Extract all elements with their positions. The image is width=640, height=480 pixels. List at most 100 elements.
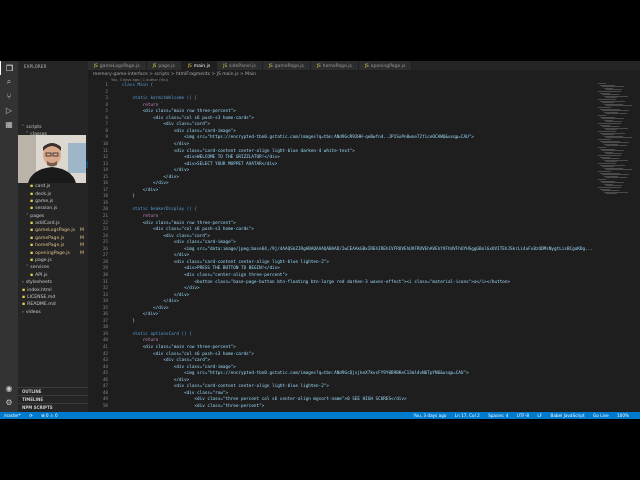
language-mode[interactable]: Babel JavaScript xyxy=(550,413,584,418)
code-line[interactable]: </div> xyxy=(122,306,169,311)
tree-item[interactable]: ▪ API.js xyxy=(18,272,88,279)
breadcrumb[interactable]: memory-game-interface > scripts > htmlFr… xyxy=(93,71,256,78)
code-line[interactable]: <div class="main row three-percent"> xyxy=(122,345,236,350)
code-line[interactable]: </div>` xyxy=(122,188,161,193)
tree-item[interactable]: ˅ services xyxy=(18,264,88,271)
code-line[interactable]: <div class="three percent col s6 center-… xyxy=(122,397,406,402)
cursor-position[interactable]: Ln 17, Col 2 xyxy=(455,413,480,418)
code-line[interactable]: <button class="base-page-button btn-floa… xyxy=(122,280,510,285)
minimap-line xyxy=(606,145,627,147)
branch-indicator[interactable]: master* xyxy=(4,413,21,418)
tree-item[interactable]: ˅ scripts xyxy=(18,124,88,131)
code-line[interactable]: <img src="data:image/jpeg;base64,/9j/4AA… xyxy=(122,247,593,252)
code-line[interactable]: class Main { xyxy=(122,83,153,88)
tree-item[interactable]: ▪ index.html xyxy=(18,287,88,294)
run-debug-icon[interactable]: ▷ xyxy=(0,103,18,117)
minimap[interactable] xyxy=(596,81,636,412)
gear-icon[interactable]: ⚙ xyxy=(0,395,18,409)
tree-item[interactable]: ▪ page.js xyxy=(18,257,88,264)
code-line[interactable]: </div> xyxy=(122,175,179,180)
indentation[interactable]: Spaces: 4 xyxy=(488,413,508,418)
problems-indicator[interactable]: ⊗ 0 ⚠ 0 xyxy=(41,413,58,418)
code-line[interactable]: <div class="center-align three-percent"> xyxy=(122,273,288,278)
tree-item[interactable]: › videos xyxy=(18,309,88,316)
code-line[interactable]: <div class="main row three-percent"> xyxy=(122,109,236,114)
tree-item[interactable]: ▪ session.js xyxy=(18,205,88,212)
code-line[interactable]: } xyxy=(122,319,135,324)
editor-tab[interactable]: JS openingPage.js xyxy=(358,61,413,70)
folder-chevron-icon: › xyxy=(22,309,24,315)
code-line[interactable]: static kermitWelcome () { xyxy=(122,96,197,101)
code-line[interactable]: </div> xyxy=(122,142,190,147)
code-line[interactable]: static optionsCard () { xyxy=(122,332,192,337)
outline-section[interactable]: OUTLINE xyxy=(18,387,88,395)
editor-tab[interactable]: JS gamePage.js xyxy=(262,61,311,70)
tree-item[interactable]: ▪ README.md xyxy=(18,301,88,308)
code-line[interactable]: <div class="card-content center-align li… xyxy=(122,260,329,265)
code-line[interactable]: </div> xyxy=(122,286,200,291)
code-line[interactable]: <div class="main row three-percent"> xyxy=(122,221,236,226)
code-line[interactable]: return ` xyxy=(122,103,164,108)
js-file-icon: JS xyxy=(187,63,192,68)
encoding[interactable]: UTF-8 xyxy=(517,413,529,418)
code-editor[interactable]: 1 class Main {2 3 static kermitWelcome () … xyxy=(88,81,596,412)
code-line[interactable]: </div> xyxy=(122,378,190,383)
code-line[interactable]: <div class="col s6 push-s3 home-cards"> xyxy=(122,227,254,232)
tree-item[interactable]: ▪ gameLogsPage.js M xyxy=(18,227,88,234)
tree-item[interactable]: ▪ homePage.js M xyxy=(18,242,88,249)
code-line[interactable]: <div class="col s6 push-s3 home-cards"> xyxy=(122,352,254,357)
tree-item[interactable]: ▪ card.js xyxy=(18,183,88,190)
eol[interactable]: LF xyxy=(537,413,542,418)
code-line[interactable]: static beakerDisplay () { xyxy=(122,207,197,212)
code-line[interactable]: </div> xyxy=(122,299,179,304)
tree-item[interactable]: ▪ game.js xyxy=(18,198,88,205)
search-icon[interactable]: ⌕ xyxy=(0,75,18,89)
code-line[interactable]: <div>SELECT YOUR MUPPET AVATAR</div> xyxy=(122,162,277,167)
editor-tab[interactable]: JS page.js xyxy=(146,61,182,70)
code-line[interactable]: <div class="card"> xyxy=(122,122,210,127)
tree-item[interactable]: ▪ deck.js xyxy=(18,191,88,198)
go-live-button[interactable]: Go Live xyxy=(593,413,609,418)
tree-item[interactable]: ˅ pages xyxy=(18,213,88,220)
editor-tab[interactable]: JS gameLogsPage.js xyxy=(88,61,147,70)
code-line[interactable]: </div> xyxy=(122,293,190,298)
editor-tab[interactable]: JS sidePanel.js xyxy=(217,61,263,70)
code-line[interactable]: <div class="row"> xyxy=(122,391,228,396)
npm-scripts-section[interactable]: NPM SCRIPTS xyxy=(18,403,88,411)
code-line[interactable]: <div class="card-image"> xyxy=(122,129,236,134)
code-line[interactable]: <div class="card"> xyxy=(122,358,210,363)
code-line[interactable]: </div> xyxy=(122,168,190,173)
explorer-icon[interactable]: ❐ xyxy=(0,61,18,75)
tree-item[interactable]: ▪ addCard.js xyxy=(18,220,88,227)
code-line[interactable]: <div class="card-content center-align li… xyxy=(122,149,355,154)
editor-tab[interactable]: JS homePage.js xyxy=(310,61,359,70)
extensions-icon[interactable]: ▦ xyxy=(0,117,18,131)
code-line[interactable]: <div class="card-image"> xyxy=(122,240,236,245)
code-line[interactable]: <img src="https://encrypted-tbn0.gstatic… xyxy=(122,135,474,140)
sync-icon[interactable]: ⟳ xyxy=(29,413,33,418)
timeline-section[interactable]: TIMELINE xyxy=(18,395,88,403)
code-line[interactable]: <div class="three-percent"> xyxy=(122,404,264,409)
code-line[interactable]: </div> xyxy=(122,181,169,186)
code-line[interactable]: return ` xyxy=(122,338,164,343)
tree-item[interactable]: ▪ LICENSE.md xyxy=(18,294,88,301)
code-line[interactable]: <div class="col s6 push-s3 home-cards"> xyxy=(122,116,254,121)
editor-tab[interactable]: JS main.js xyxy=(181,61,218,70)
code-line[interactable]: <img src="https://encrypted-tbn0.gstatic… xyxy=(122,371,469,376)
code-line[interactable]: <div class="card-image"> xyxy=(122,365,236,370)
account-icon[interactable]: ◉ xyxy=(0,381,18,395)
code-line[interactable]: </div>` xyxy=(122,312,161,317)
code-line[interactable]: </div> xyxy=(122,253,190,258)
code-line[interactable]: <div class="card-content center-align li… xyxy=(122,384,329,389)
zoom-level[interactable]: 100% xyxy=(617,413,629,418)
code-line[interactable]: <div class="card"> xyxy=(122,234,210,239)
code-line[interactable]: } xyxy=(122,194,135,199)
blame-status[interactable]: You, 3 days ago xyxy=(414,413,447,418)
tree-item[interactable]: ▪ gamePage.js M xyxy=(18,235,88,242)
code-line[interactable]: return ` xyxy=(122,214,164,219)
source-control-icon[interactable]: ⑂ xyxy=(0,89,18,103)
code-line[interactable]: <div>PRESS THE BUTTON TO BEGIN!</div> xyxy=(122,266,280,271)
tree-item[interactable]: › stylesheets xyxy=(18,279,88,286)
tree-item[interactable]: ▪ openingPage.js M xyxy=(18,250,88,257)
code-line[interactable]: <div>WELCOME TO THE GRIZZLATOR!</div> xyxy=(122,155,280,160)
